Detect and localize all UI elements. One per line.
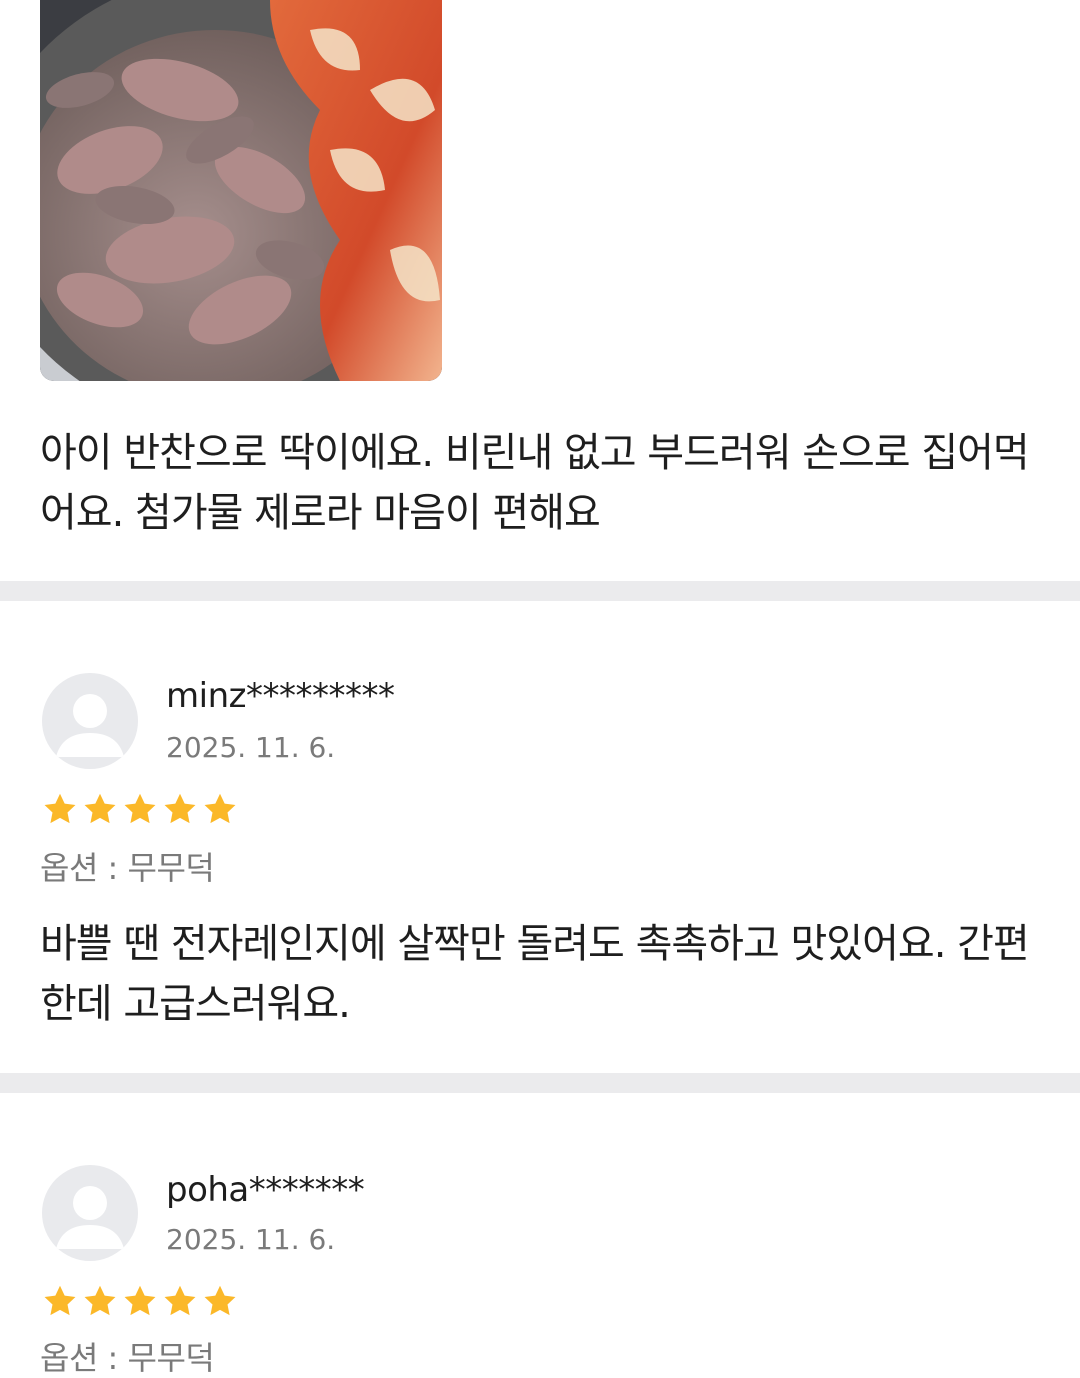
review-date: 2025. 11. 6. <box>166 1223 336 1256</box>
star-icon <box>82 791 118 831</box>
review-text: 아이 반찬으로 딱이에요. 비린내 없고 부드러워 손으로 집어먹어요. 첨가물… <box>40 430 1030 536</box>
review-divider <box>0 1073 1080 1093</box>
star-rating <box>42 791 238 831</box>
star-icon <box>202 791 238 831</box>
star-icon <box>42 791 78 831</box>
review-photo[interactable] <box>40 0 442 381</box>
reviewer-name: poha******* <box>166 1170 365 1210</box>
star-icon <box>162 1283 198 1323</box>
review-option: 옵션 : 무무덕 <box>40 1339 215 1377</box>
star-icon <box>162 791 198 831</box>
default-user-avatar-icon <box>42 1165 138 1261</box>
star-icon <box>122 791 158 831</box>
review-text: 바쁠 땐 전자레인지에 살짝만 돌려도 촉촉하고 맛있어요. 간편한데 고급스러… <box>40 921 1030 1027</box>
star-icon <box>122 1283 158 1323</box>
review-date: 2025. 11. 6. <box>166 731 336 764</box>
reviewer-name: minz********* <box>166 676 395 716</box>
star-rating <box>42 1283 238 1323</box>
star-icon <box>42 1283 78 1323</box>
review-option: 옵션 : 무무덕 <box>40 849 215 887</box>
star-icon <box>82 1283 118 1323</box>
review-divider <box>0 581 1080 601</box>
star-icon <box>202 1283 238 1323</box>
default-user-avatar-icon <box>42 673 138 769</box>
